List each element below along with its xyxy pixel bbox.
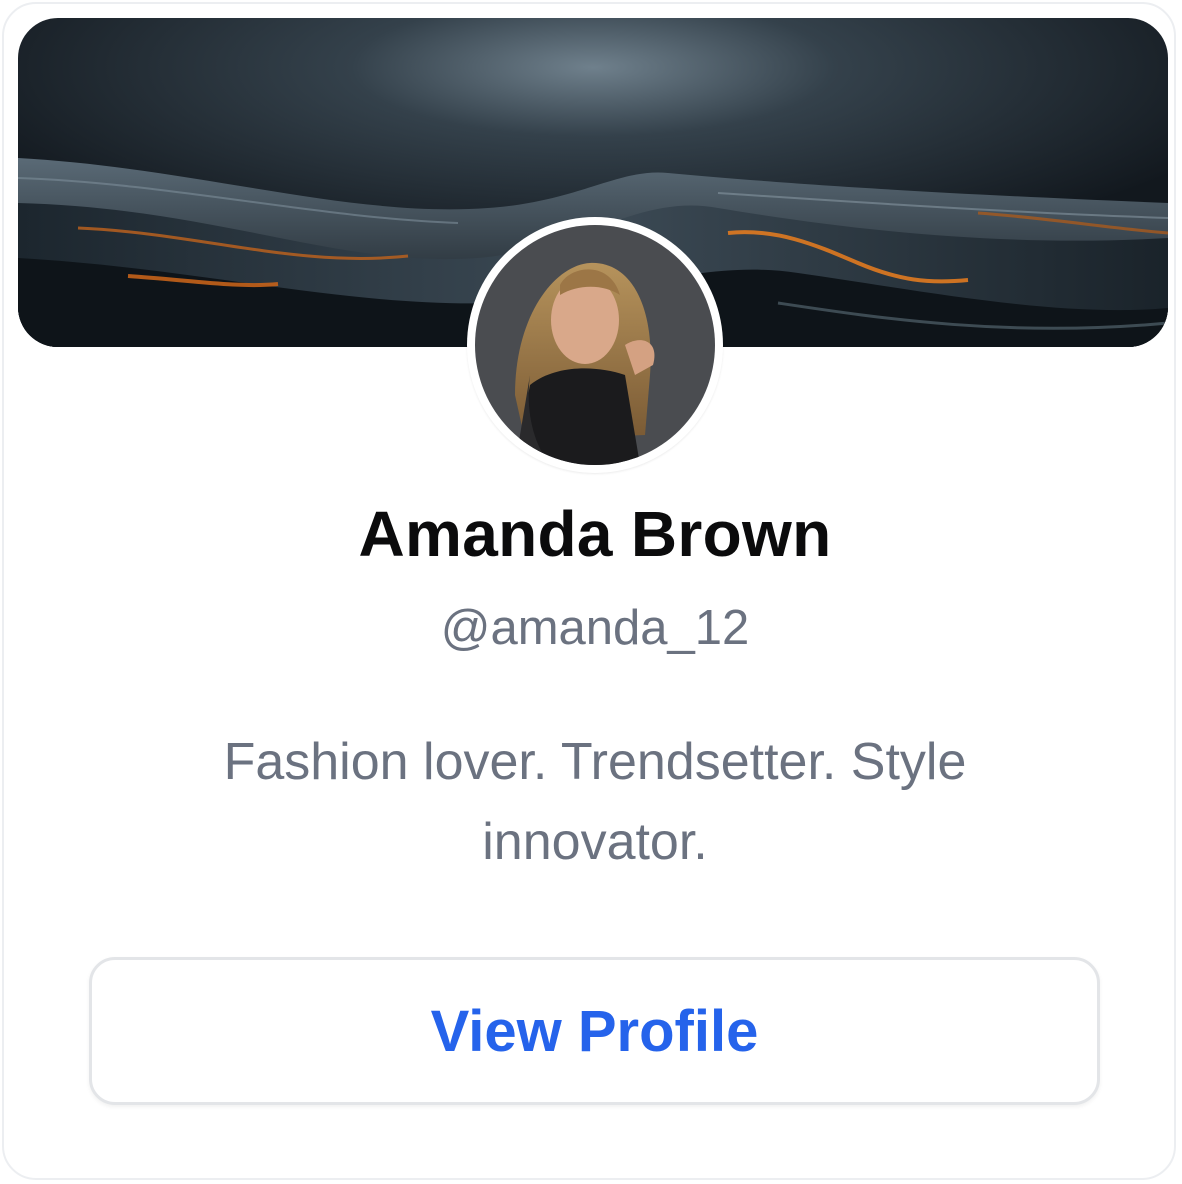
profile-card: Amanda Brown @amanda_12 Fashion lover. T… (2, 2, 1176, 1180)
profile-bio: Fashion lover. Trendsetter. Style innova… (223, 733, 967, 871)
avatar (467, 217, 723, 473)
view-profile-button-label: View Profile (430, 998, 759, 1064)
profile-handle: @amanda_12 (440, 601, 750, 655)
view-profile-button[interactable]: View Profile (89, 957, 1100, 1105)
profile-name: Amanda Brown (358, 498, 832, 570)
